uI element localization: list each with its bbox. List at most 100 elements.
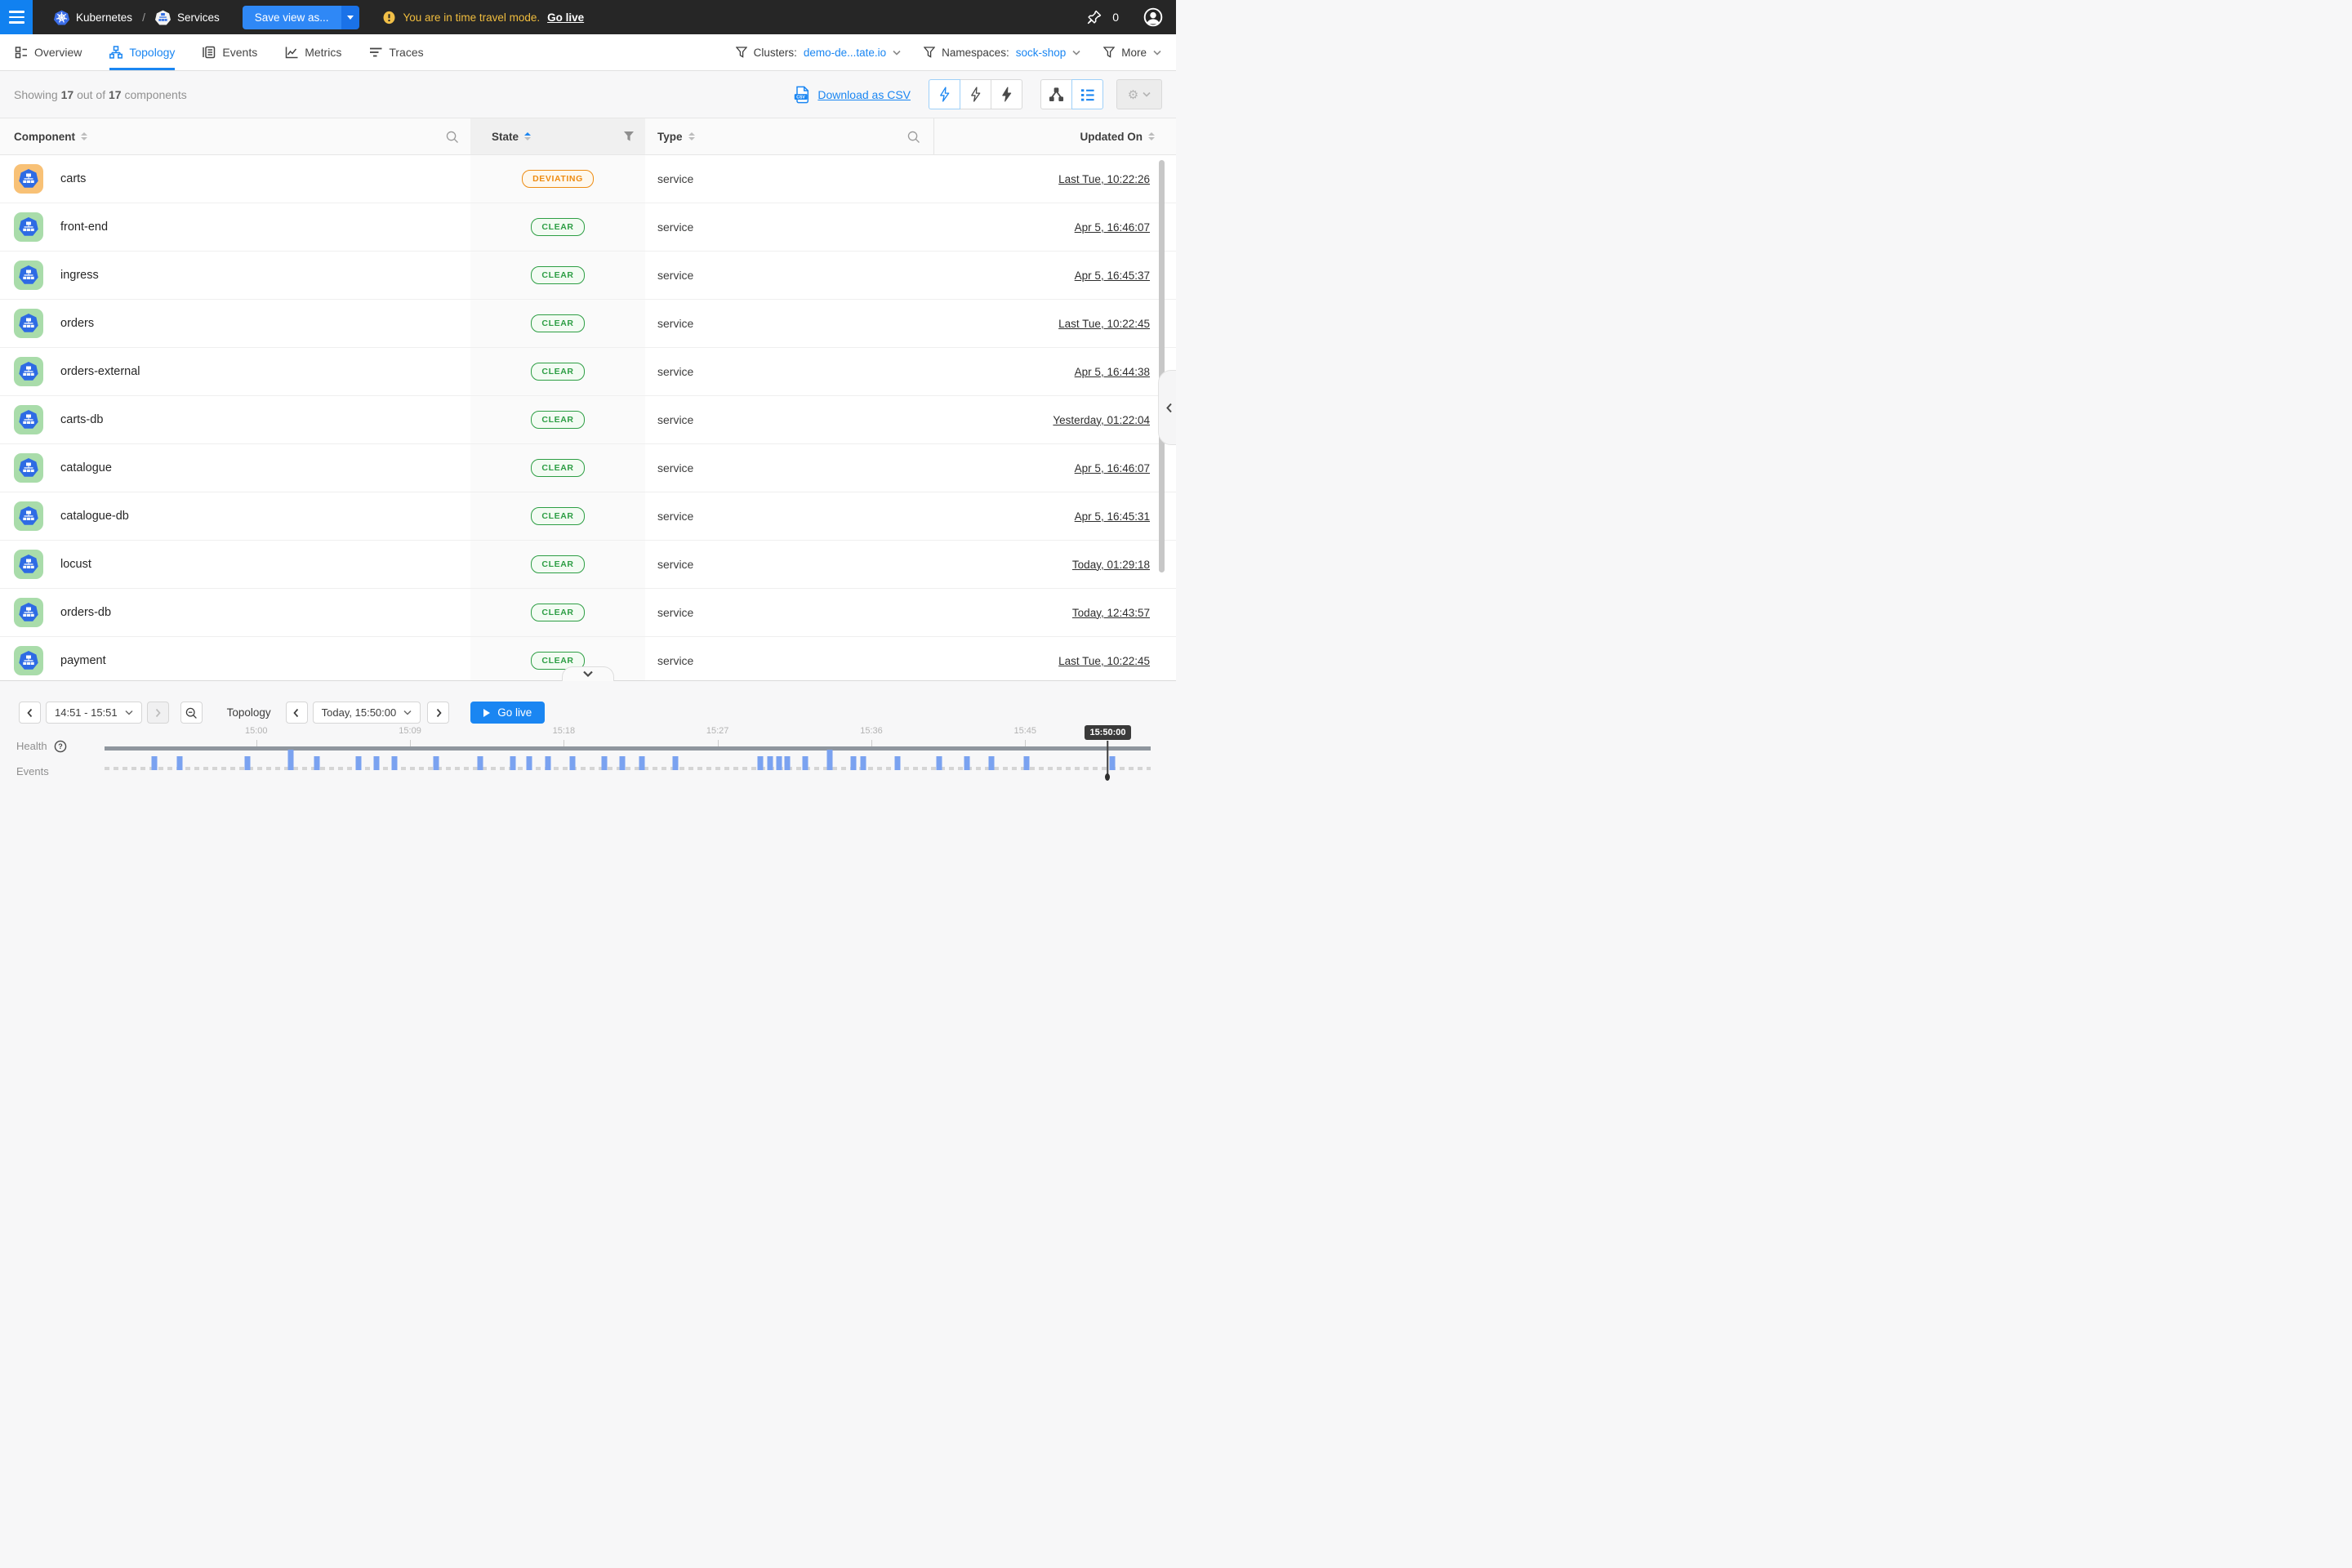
event-bar[interactable] (434, 756, 439, 770)
event-bar[interactable] (1109, 756, 1115, 770)
vertical-scrollbar[interactable] (1159, 160, 1165, 572)
component-name[interactable]: orders-external (60, 365, 140, 378)
timeline-collapse-toggle[interactable] (562, 666, 614, 681)
table-row[interactable]: ingress CLEAR service Apr 5, 16:45:37 (0, 252, 1176, 300)
lightning-outline-active-button[interactable] (929, 79, 960, 109)
breadcrumb-product[interactable]: Kubernetes (54, 10, 132, 25)
save-view-caret-button[interactable] (341, 6, 359, 29)
updated-on-link[interactable]: Apr 5, 16:46:07 (1075, 462, 1150, 474)
updated-on-link[interactable]: Last Tue, 10:22:45 (1058, 318, 1150, 330)
column-header-state[interactable]: State (470, 118, 645, 154)
service-component-icon[interactable] (14, 453, 43, 483)
filter-funnel-icon[interactable] (623, 131, 635, 142)
namespaces-filter[interactable]: Namespaces: sock-shop (924, 47, 1080, 59)
sort-icons[interactable] (1148, 132, 1155, 141)
tab-overview[interactable]: Overview (15, 34, 82, 70)
event-bar[interactable] (860, 756, 866, 770)
event-bar[interactable] (356, 756, 362, 770)
lightning-outline-button[interactable] (960, 79, 991, 109)
event-bar[interactable] (894, 756, 900, 770)
event-bar[interactable] (620, 756, 626, 770)
help-icon[interactable]: ? (54, 740, 67, 753)
component-name[interactable]: catalogue (60, 461, 112, 474)
health-timeline-bar[interactable] (105, 746, 1151, 751)
event-bar[interactable] (1023, 756, 1029, 770)
component-name[interactable]: ingress (60, 269, 99, 282)
service-component-icon[interactable] (14, 357, 43, 386)
event-bar[interactable] (152, 756, 158, 770)
timeline-chart[interactable]: 15:0015:0915:1815:2715:3615:4515:50:00 (105, 681, 1151, 785)
hamburger-menu-button[interactable] (0, 0, 33, 34)
sort-icons[interactable] (524, 132, 531, 141)
go-live-link[interactable]: Go live (547, 11, 584, 24)
updated-on-link[interactable]: Apr 5, 16:45:31 (1075, 510, 1150, 523)
service-component-icon[interactable] (14, 501, 43, 531)
table-row[interactable]: carts DEVIATING service Last Tue, 10:22:… (0, 155, 1176, 203)
event-bar[interactable] (826, 750, 832, 770)
service-component-icon[interactable] (14, 164, 43, 194)
topology-view-button[interactable] (1040, 79, 1072, 109)
component-name[interactable]: payment (60, 654, 106, 667)
event-bar[interactable] (989, 756, 995, 770)
table-row[interactable]: catalogue-db CLEAR service Apr 5, 16:45:… (0, 492, 1176, 541)
tab-topology[interactable]: Topology (109, 34, 175, 70)
event-bar[interactable] (288, 750, 294, 770)
range-back-button[interactable] (19, 702, 41, 724)
table-row[interactable]: orders-external CLEAR service Apr 5, 16:… (0, 348, 1176, 396)
event-bar[interactable] (477, 756, 483, 770)
event-bar[interactable] (937, 756, 942, 770)
more-filter[interactable]: More (1103, 47, 1161, 59)
search-icon[interactable] (445, 130, 459, 144)
search-icon[interactable] (906, 130, 920, 144)
pin-icon[interactable] (1086, 9, 1102, 25)
lightning-filled-button[interactable] (991, 79, 1022, 109)
table-row[interactable]: front-end CLEAR service Apr 5, 16:46:07 (0, 203, 1176, 252)
download-csv-link[interactable]: CSV Download as CSV (793, 86, 911, 104)
event-bar[interactable] (767, 756, 773, 770)
component-name[interactable]: carts-db (60, 413, 103, 426)
event-bar[interactable] (785, 756, 791, 770)
updated-on-link[interactable]: Last Tue, 10:22:26 (1058, 173, 1150, 185)
component-name[interactable]: catalogue-db (60, 510, 129, 523)
event-bar[interactable] (527, 756, 532, 770)
service-component-icon[interactable] (14, 550, 43, 579)
list-view-button[interactable] (1071, 79, 1103, 109)
event-bar[interactable] (177, 756, 183, 770)
event-bar[interactable] (245, 756, 251, 770)
tab-metrics[interactable]: Metrics (285, 34, 341, 70)
sort-icons[interactable] (81, 132, 87, 141)
updated-on-link[interactable]: Yesterday, 01:22:04 (1053, 414, 1150, 426)
table-row[interactable]: locust CLEAR service Today, 01:29:18 (0, 541, 1176, 589)
service-component-icon[interactable] (14, 212, 43, 242)
event-bar[interactable] (391, 756, 397, 770)
updated-on-link[interactable]: Today, 12:43:57 (1072, 607, 1150, 619)
event-bar[interactable] (964, 756, 969, 770)
breadcrumb-view[interactable]: Services (155, 10, 220, 25)
updated-on-link[interactable]: Today, 01:29:18 (1072, 559, 1150, 571)
event-bar[interactable] (851, 756, 857, 770)
event-bar[interactable] (569, 756, 575, 770)
table-row[interactable]: catalogue CLEAR service Apr 5, 16:46:07 (0, 444, 1176, 492)
table-row[interactable]: carts-db CLEAR service Yesterday, 01:22:… (0, 396, 1176, 444)
tab-events[interactable]: Events (203, 34, 257, 70)
service-component-icon[interactable] (14, 405, 43, 434)
event-bar[interactable] (777, 756, 782, 770)
table-row[interactable]: orders CLEAR service Last Tue, 10:22:45 (0, 300, 1176, 348)
tab-traces[interactable]: Traces (369, 34, 423, 70)
event-bar[interactable] (602, 756, 608, 770)
service-component-icon[interactable] (14, 309, 43, 338)
updated-on-link[interactable]: Apr 5, 16:45:37 (1075, 270, 1150, 282)
right-panel-collapse-tab[interactable] (1158, 370, 1176, 445)
event-bar[interactable] (673, 756, 679, 770)
event-bar[interactable] (510, 756, 515, 770)
event-bar[interactable] (314, 756, 320, 770)
user-avatar-icon[interactable] (1143, 7, 1163, 27)
event-bar[interactable] (639, 756, 645, 770)
component-name[interactable]: orders-db (60, 606, 111, 619)
component-name[interactable]: front-end (60, 220, 108, 234)
event-bar[interactable] (758, 756, 764, 770)
service-component-icon[interactable] (14, 261, 43, 290)
time-travel-marker-handle[interactable] (1105, 773, 1110, 781)
column-header-component[interactable]: Component (0, 118, 470, 154)
component-name[interactable]: orders (60, 317, 94, 330)
